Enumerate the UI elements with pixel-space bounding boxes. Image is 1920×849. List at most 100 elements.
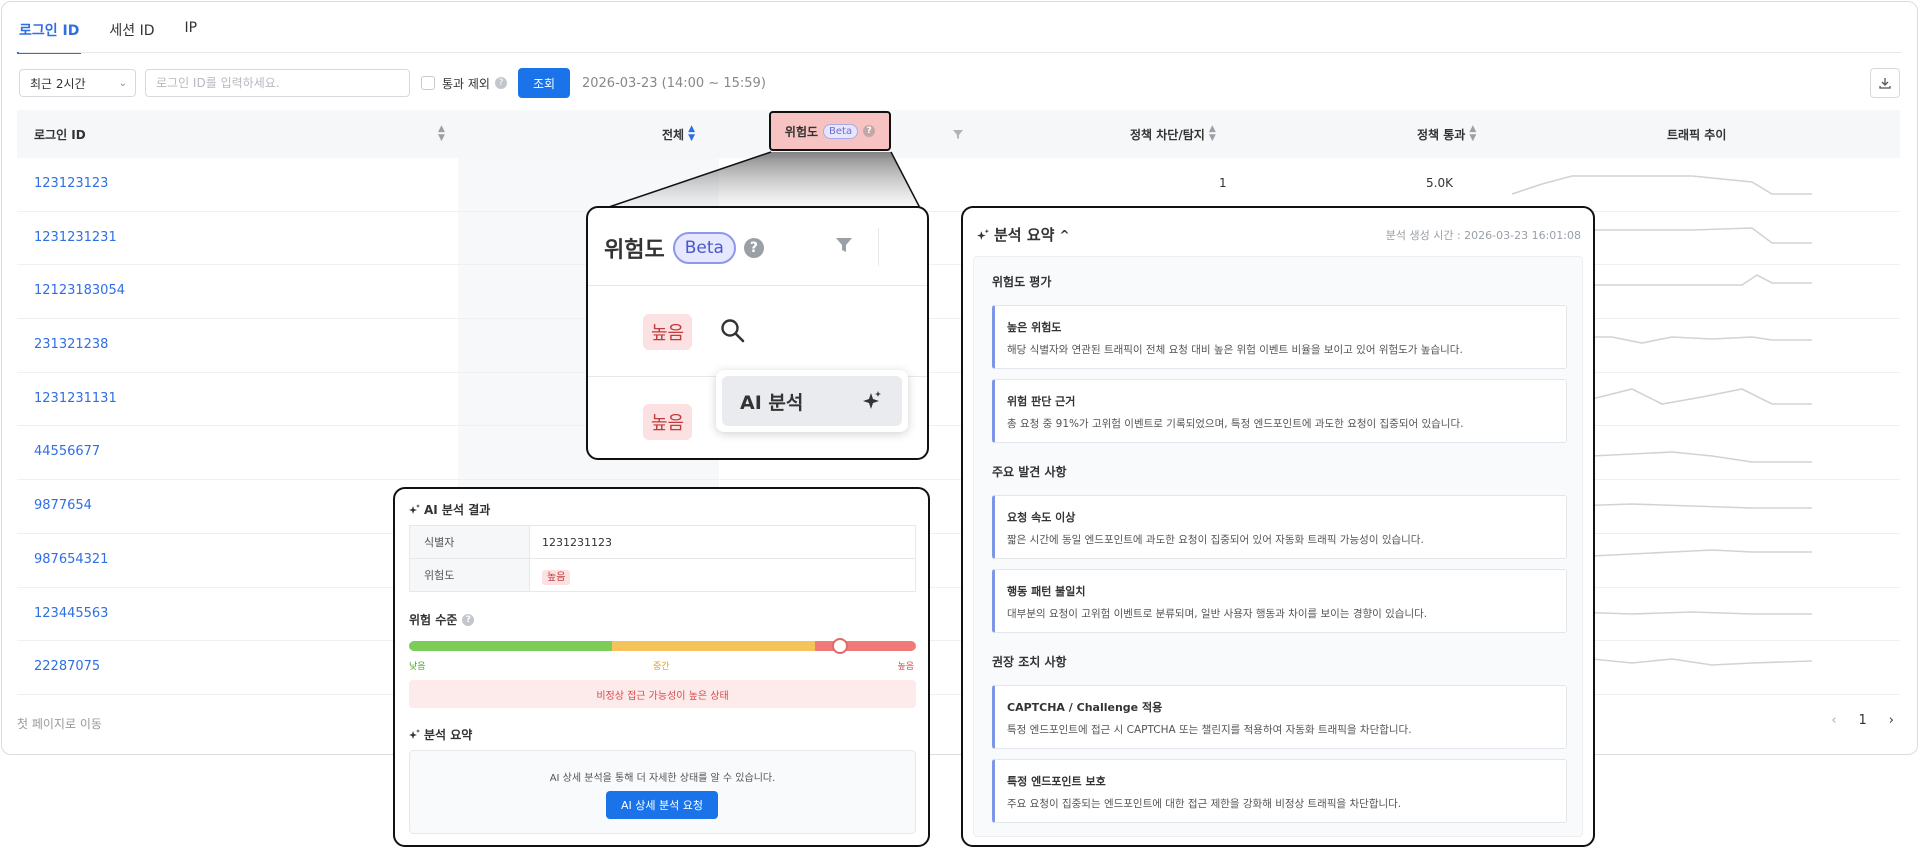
beta-badge: Beta bbox=[823, 123, 859, 139]
sparkle-icon bbox=[977, 228, 989, 240]
ai-summary-title-label: 분석 요약 bbox=[424, 728, 473, 742]
risk-level-title: 위험 수준 ? bbox=[409, 611, 475, 628]
toolbar: 최근 2시간 ⌄ 통과 제외 ? 조회 2026-03-23 (14:00 ~ … bbox=[19, 68, 766, 98]
prev-page-icon[interactable]: ‹ bbox=[1831, 713, 1836, 728]
ai-summary-title: 분석 요약 bbox=[409, 726, 472, 743]
tab-bar: 로그인 ID 세션 ID IP bbox=[16, 20, 227, 54]
summary-card: 특정 엔드포인트 보호 주요 요청이 집중되는 엔드포인트에 대한 접근 제한을 … bbox=[992, 759, 1567, 823]
row-login-id-link[interactable]: 1231231131 bbox=[34, 391, 117, 406]
table-row[interactable]: 1231231231 bbox=[17, 212, 1900, 266]
summary-card-title: 특정 엔드포인트 보호 bbox=[1007, 775, 1106, 788]
table-row[interactable]: 1231231131 bbox=[17, 373, 1900, 427]
row-login-id-link[interactable]: 123123123 bbox=[34, 176, 108, 191]
table-row[interactable]: 12123183054 bbox=[17, 265, 1900, 320]
ai-detail-request-button[interactable]: AI 상세 분석 요청 bbox=[606, 791, 718, 819]
range-select-value: 최근 2시간 bbox=[30, 76, 86, 91]
exclude-pass-checkbox[interactable] bbox=[421, 76, 435, 90]
summary-generated-time: 분석 생성 시간 : 2026-03-23 16:01:08 bbox=[1385, 229, 1581, 242]
summary-panel-title[interactable]: 분석 요약 ^ bbox=[977, 224, 1070, 245]
range-select[interactable]: 최근 2시간 ⌄ bbox=[19, 69, 136, 97]
ai-summary-text: AI 상세 분석을 통해 더 자세한 상태를 알 수 있습니다. bbox=[549, 773, 776, 784]
summary-card-desc: 특정 엔드포인트에 접근 시 CAPTCHA 또는 챌린지를 적용하여 자동화 … bbox=[1007, 724, 1412, 736]
exclude-pass-option[interactable]: 통과 제외 ? bbox=[421, 75, 507, 92]
table-row[interactable]: 9877654 bbox=[17, 480, 1900, 534]
table-body: 123123123 1 5.0K 1231231231 12123183054 23132… bbox=[17, 158, 1900, 695]
filter-icon[interactable] bbox=[952, 128, 964, 140]
pagination: ‹ 1 › bbox=[1831, 713, 1894, 728]
next-page-icon[interactable]: › bbox=[1889, 713, 1894, 728]
risk-header-label: 위험도 bbox=[784, 124, 819, 139]
th-total[interactable]: 전체 ▲ ▼ bbox=[662, 110, 695, 158]
help-icon[interactable]: ? bbox=[743, 238, 764, 258]
zoom-header: 위험도 Beta ? bbox=[588, 208, 927, 286]
identifier-label: 식별자 bbox=[410, 526, 530, 558]
ai-analysis-menu-item[interactable]: AI 분석 bbox=[722, 376, 902, 426]
risk-tag-high: 높음 bbox=[643, 314, 693, 350]
tab-ip[interactable]: IP bbox=[184, 20, 197, 54]
risk-level-label: 위험 수준 bbox=[409, 613, 458, 627]
help-icon[interactable]: ? bbox=[494, 77, 507, 89]
table-row[interactable]: 987654321 bbox=[17, 534, 1900, 588]
summary-card-title: 행동 패턴 불일치 bbox=[1007, 585, 1086, 598]
download-button[interactable] bbox=[1870, 68, 1900, 98]
bar-label-mid: 중간 bbox=[653, 662, 670, 672]
search-icon[interactable] bbox=[720, 318, 746, 344]
risk-tag-high: 높음 bbox=[643, 404, 693, 440]
summary-card: CAPTCHA / Challenge 적용특정 엔드포인트에 접근 시 CAP… bbox=[992, 685, 1567, 749]
filter-icon[interactable] bbox=[835, 236, 853, 254]
risk-header-highlight[interactable]: 위험도 Beta ? bbox=[769, 111, 891, 151]
help-icon[interactable]: ? bbox=[863, 125, 876, 137]
summary-card-desc: 해당 식별자와 연관된 트래픽이 전체 요청 대비 높은 위험 이벤트 비율을 … bbox=[1007, 344, 1463, 356]
search-button[interactable]: 조회 bbox=[517, 68, 570, 98]
table-row[interactable]: 22287075 bbox=[17, 641, 1900, 695]
row-login-id-link[interactable]: 22287075 bbox=[34, 659, 100, 674]
table-row[interactable]: 231321238 bbox=[17, 319, 1900, 373]
row-login-id-link[interactable]: 123445563 bbox=[34, 606, 108, 621]
analysis-summary-panel: 분석 요약 ^ 분석 생성 시간 : 2026-03-23 16:01:08 위… bbox=[961, 206, 1595, 847]
help-icon[interactable]: ? bbox=[462, 613, 475, 626]
sort-icon[interactable]: ▲ ▼ bbox=[1209, 125, 1216, 143]
table-row[interactable]: 123445563 bbox=[17, 588, 1900, 642]
row-login-id-link[interactable]: 12123183054 bbox=[34, 283, 125, 298]
summary-panel-title-label: 분석 요약 bbox=[994, 226, 1055, 244]
first-page-link[interactable]: 첫 페이지로 이동 bbox=[17, 715, 102, 732]
risk-row: 위험도 높음 bbox=[409, 558, 916, 592]
summary-card-desc: 짧은 시간에 동일 엔드포인트에 과도한 요청이 집중되어 있어 자동화 트래픽… bbox=[1007, 534, 1424, 546]
ai-result-panel: AI 분석 결과 식별자 1231231123 위험도 높음 위험 수준 ? 낮… bbox=[393, 487, 930, 847]
row-login-id-link[interactable]: 987654321 bbox=[34, 552, 108, 567]
summary-card: 행동 패턴 불일치대부분의 요청이 고위험 이벤트로 분류되며, 일반 사용자 … bbox=[992, 569, 1567, 633]
zoom-title: 위험도 Beta ? bbox=[604, 232, 764, 264]
ai-context-menu: AI 분석 bbox=[716, 370, 908, 432]
page-number[interactable]: 1 bbox=[1859, 713, 1867, 728]
sparkle-icon bbox=[409, 729, 420, 739]
row-login-id-link[interactable]: 44556677 bbox=[34, 444, 100, 459]
sparkle-icon bbox=[863, 391, 881, 409]
tab-login-id[interactable]: 로그인 ID bbox=[16, 20, 82, 54]
th-login-id[interactable]: 로그인 ID bbox=[34, 110, 86, 158]
ai-analysis-label: AI 분석 bbox=[740, 391, 804, 414]
identifier-value: 1231231123 bbox=[542, 535, 612, 549]
row-login-id-link[interactable]: 1231231231 bbox=[34, 230, 117, 245]
th-blocked[interactable]: 정책 차단/탐지 ▲ ▼ bbox=[1130, 110, 1216, 158]
sort-icon[interactable]: ▲ ▼ bbox=[1469, 125, 1476, 143]
table-row[interactable]: 44556677 bbox=[17, 426, 1900, 481]
tab-session-id[interactable]: 세션 ID bbox=[109, 20, 154, 54]
summary-card-desc: 총 요청 중 91%가 고위험 이벤트로 기록되었으며, 특정 엔드포인트에 과… bbox=[1007, 418, 1464, 430]
row-passed-count: 5.0K bbox=[1426, 176, 1453, 190]
row-login-id-link[interactable]: 9877654 bbox=[34, 498, 92, 513]
sort-icon[interactable]: ▲ ▼ bbox=[438, 110, 445, 158]
row-login-id-link[interactable]: 231321238 bbox=[34, 337, 108, 352]
login-id-input[interactable] bbox=[145, 69, 410, 97]
sort-icon[interactable]: ▲ ▼ bbox=[688, 125, 695, 143]
summary-card: 위험 판단 근거 총 요청 중 91%가 고위험 이벤트로 기록되었으며, 특정 … bbox=[992, 379, 1567, 443]
summary-section-title: 위험도 평가 bbox=[992, 275, 1052, 289]
row-blocked-count: 1 bbox=[1219, 176, 1227, 190]
th-passed[interactable]: 정책 통과 ▲ ▼ bbox=[1417, 110, 1476, 158]
summary-card-title: 높은 위험도 bbox=[1007, 321, 1062, 334]
table-row[interactable]: 123123123 1 5.0K bbox=[17, 158, 1900, 212]
summary-card-desc: 대부분의 요청이 고위험 이벤트로 분류되며, 일반 사용자 행동과 차이를 보… bbox=[1007, 608, 1428, 620]
summary-section-title: 주요 발견 사항 bbox=[992, 465, 1067, 479]
summary-card-title: CAPTCHA / Challenge 적용 bbox=[1007, 701, 1163, 714]
chevron-down-icon: ⌄ bbox=[118, 77, 127, 89]
chevron-up-icon[interactable]: ^ bbox=[1059, 228, 1069, 242]
